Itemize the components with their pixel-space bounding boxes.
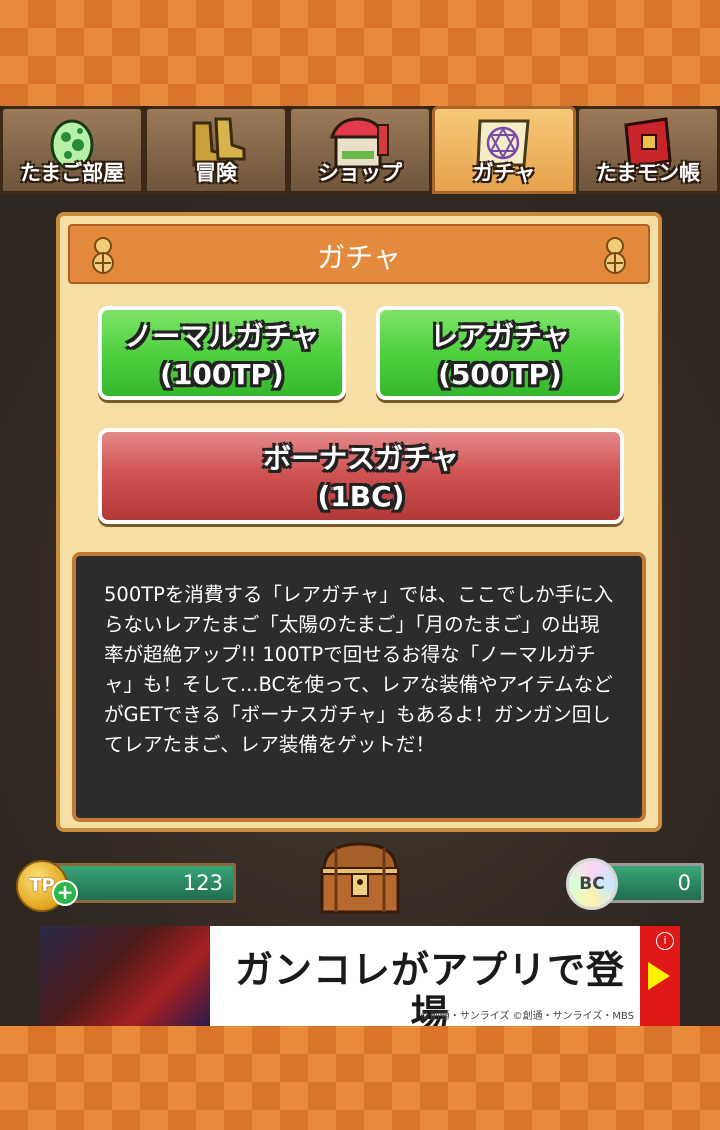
banner-art-image	[40, 926, 210, 1026]
tab-label: たまモン帳	[595, 161, 701, 185]
tab-shop[interactable]: ショップ	[288, 106, 432, 194]
bonus-gacha-cost: (1BC)	[317, 480, 405, 513]
panel-header: ガチャ	[68, 224, 650, 284]
ad-banner[interactable]: ガンコレがアプリで登場 ©創通・サンライズ ©創通・サンライズ・MBS i	[40, 926, 680, 1026]
normal-gacha-button[interactable]: ノーマルガチャ (100TP)	[98, 306, 346, 400]
bc-value: 0	[677, 871, 691, 895]
bonus-gacha-button[interactable]: ボーナスガチャ (1BC)	[98, 428, 624, 524]
tab-label: たまご部屋	[19, 161, 125, 185]
normal-gacha-label: ノーマルガチャ	[124, 320, 320, 353]
tab-label: 冒険	[195, 161, 237, 185]
tab-egg-room[interactable]: たまご部屋	[0, 106, 144, 194]
tab-bar: たまご部屋 冒険 ショップ ガチャ たまモン帳	[0, 106, 720, 194]
banner-copyright: ©創通・サンライズ ©創通・サンライズ・MBS	[419, 1011, 634, 1022]
tab-adventure[interactable]: 冒険	[144, 106, 288, 194]
normal-gacha-cost: (100TP)	[160, 358, 284, 391]
top-pattern	[0, 0, 720, 106]
rare-gacha-cost: (500TP)	[438, 358, 562, 391]
banner-arrow-button[interactable]: i	[640, 926, 680, 1026]
tab-label: ショップ	[318, 161, 402, 185]
gacha-description-box: 500TPを消費する「レアガチャ」では、ここでしか手に入らないレアたまご「太陽の…	[72, 552, 646, 822]
rare-gacha-label: レアガチャ	[430, 320, 570, 353]
tab-tamamon-book[interactable]: たまモン帳	[576, 106, 720, 194]
tab-label: ガチャ	[472, 161, 536, 185]
gacha-description: 500TPを消費する「レアガチャ」では、ここでしか手に入らないレアたまご「太陽の…	[104, 583, 614, 756]
info-icon[interactable]: i	[656, 932, 674, 950]
ornament-icon	[604, 237, 626, 274]
rare-gacha-button[interactable]: レアガチャ (500TP)	[376, 306, 624, 400]
bonus-gacha-label: ボーナスガチャ	[263, 442, 459, 475]
add-tp-button[interactable]: +	[52, 880, 78, 906]
tp-value: 123	[182, 871, 223, 895]
bc-coin-icon: BC	[566, 858, 618, 910]
gacha-panel: ガチャ ノーマルガチャ (100TP) レアガチャ (500TP) ボーナスガチ…	[56, 212, 662, 832]
bottom-pattern	[0, 1026, 720, 1130]
treasure-chest-icon[interactable]	[316, 840, 404, 916]
panel-title: ガチャ	[317, 241, 401, 274]
tab-gacha[interactable]: ガチャ	[432, 106, 576, 194]
play-arrow-icon	[648, 962, 670, 990]
